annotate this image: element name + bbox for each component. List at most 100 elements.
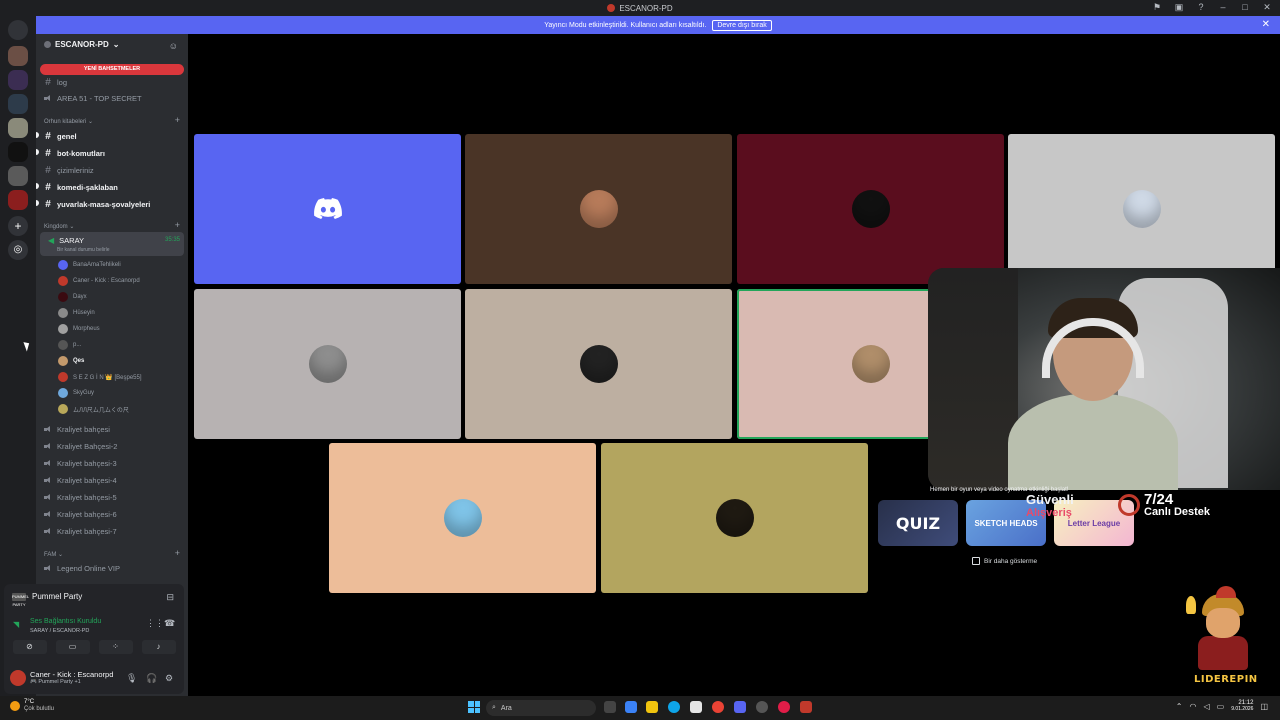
avatar[interactable]: [10, 670, 26, 686]
voice-channel-kraliyet[interactable]: Kraliyet bahçesi-4: [44, 476, 117, 485]
soundboard-button[interactable]: ♪: [141, 640, 176, 654]
voice-channel-kraliyet[interactable]: Kraliyet bahçesi-3: [44, 459, 117, 468]
create-channel-icon[interactable]: +: [175, 220, 180, 230]
noise-suppression-icon[interactable]: ⋮⋮: [146, 618, 164, 629]
channel-komedi-saklaban[interactable]: # komedi-şaklaban: [44, 182, 118, 193]
invite-people-icon[interactable]: ☺: [169, 41, 178, 51]
task-view-icon[interactable]: [604, 701, 616, 713]
channel-bot-komutlari[interactable]: # bot-komutları: [44, 148, 105, 159]
server-icon-2[interactable]: [8, 70, 28, 90]
obs-icon[interactable]: [756, 701, 768, 713]
voice-member[interactable]: BanaAmaTehlikeli: [58, 260, 121, 270]
avatar[interactable]: [58, 260, 68, 270]
clock[interactable]: 21:12 9.01.2026: [1231, 700, 1253, 712]
taskbar-search[interactable]: ⌕ Ara: [486, 700, 596, 716]
new-mentions-pill[interactable]: YENİ BAHSETMELER: [40, 64, 184, 75]
channel-log[interactable]: # log: [44, 77, 67, 88]
wifi-icon[interactable]: ◠: [1189, 702, 1196, 711]
channel-yuvarlak-masa[interactable]: # yuvarlak-masa-şovalyeleri: [44, 199, 150, 210]
close-banner-icon[interactable]: ✕: [1262, 19, 1270, 30]
file-explorer-icon[interactable]: [646, 701, 658, 713]
create-channel-icon[interactable]: +: [175, 115, 180, 125]
user-row[interactable]: Caner - Kick : Escanorpd 🎮 Pummel Party …: [4, 668, 184, 688]
close-window-icon[interactable]: ✕: [1262, 2, 1272, 12]
channel-genel[interactable]: # genel: [44, 131, 76, 142]
channel-area51[interactable]: AREA 51 - TOP SECRET: [44, 94, 142, 103]
create-channel-icon[interactable]: +: [175, 548, 180, 558]
voice-channel-kraliyet[interactable]: Kraliyet bahçesi-5: [44, 493, 117, 502]
inbox-icon[interactable]: ⚑: [1152, 2, 1162, 12]
voice-member[interactable]: ムЛЛ尺ム几ムくの尺: [58, 404, 129, 414]
voice-member[interactable]: Qes: [58, 356, 84, 366]
chrome-icon[interactable]: [712, 701, 724, 713]
activities-button[interactable]: ⁘: [98, 640, 133, 654]
minimize-icon[interactable]: –: [1218, 2, 1228, 12]
avatar[interactable]: [58, 308, 68, 318]
voice-channel-kraliyet[interactable]: Kraliyet bahçesi-6: [44, 510, 117, 519]
category-orhun[interactable]: Orhun kitabeleri ⌄: [44, 118, 93, 125]
voice-member[interactable]: SkyGuy: [58, 388, 94, 398]
voice-channel-kraliyet[interactable]: Kraliyet bahçesi: [44, 425, 110, 434]
avatar[interactable]: [58, 276, 68, 286]
microphone-icon[interactable]: 🎙: [126, 673, 137, 684]
share-screen-button[interactable]: ▭: [55, 640, 90, 654]
copilot-icon[interactable]: [625, 701, 637, 713]
notifications-icon[interactable]: ◫: [1260, 702, 1268, 711]
camera-off-button[interactable]: ⊘: [12, 640, 47, 654]
maximize-icon[interactable]: □: [1240, 2, 1250, 12]
server-icon-4[interactable]: [8, 118, 28, 138]
server-icon-3[interactable]: [8, 94, 28, 114]
tile-user-2[interactable]: [465, 134, 732, 284]
activity-quiz[interactable]: QUIZ: [878, 500, 958, 546]
chevron-up-icon[interactable]: ⌃: [1176, 702, 1183, 711]
avatar[interactable]: [58, 388, 68, 398]
avatar[interactable]: [58, 324, 68, 334]
category-fam[interactable]: FAM ⌄: [44, 551, 63, 558]
tile-discord-default[interactable]: [194, 134, 461, 284]
tile-user-3[interactable]: [737, 134, 1004, 284]
current-activity[interactable]: PUMMEL PARTY Pummel Party: [12, 592, 82, 607]
voice-connected-label[interactable]: Ses Bağlantısı Kuruldu: [30, 618, 101, 625]
avatar[interactable]: [58, 356, 68, 366]
voice-location[interactable]: SARAY / ESCANOR-PD: [30, 628, 89, 634]
tile-user-4[interactable]: [1008, 134, 1275, 284]
volume-icon[interactable]: ◁: [1203, 702, 1209, 711]
voice-member[interactable]: Morpheus: [58, 324, 100, 334]
checkbox[interactable]: [972, 557, 980, 565]
tile-user-6[interactable]: [465, 289, 732, 439]
server-icon-5[interactable]: [8, 142, 28, 162]
discover-icon[interactable]: ◎: [8, 240, 28, 260]
add-server-icon[interactable]: +: [8, 216, 28, 236]
weather-widget[interactable]: 7°C Çok bulutlu: [10, 699, 54, 712]
channel-legend-online-vip[interactable]: Legend Online VIP: [44, 564, 120, 573]
disconnect-icon[interactable]: ☎: [164, 618, 175, 629]
avatar[interactable]: [58, 372, 68, 382]
server-icon-1[interactable]: [8, 46, 28, 66]
channel-cizimleriniz[interactable]: # çizimleriniz: [44, 165, 93, 176]
category-kingdom[interactable]: Kingdom ⌄: [44, 223, 74, 230]
server-icon-7[interactable]: [8, 190, 28, 210]
tile-user-9[interactable]: [601, 443, 868, 593]
tile-user-8[interactable]: [329, 443, 596, 593]
activity-menu-icon[interactable]: ⊟: [166, 592, 174, 603]
screen-icon[interactable]: ▣: [1174, 2, 1184, 12]
dont-show-again[interactable]: Bir daha gösterme: [972, 557, 1037, 565]
channel-status-input[interactable]: Bir kanal durumu belirle: [57, 247, 110, 253]
battery-icon[interactable]: ▭: [1217, 702, 1225, 711]
help-icon[interactable]: ?: [1196, 2, 1206, 12]
edge-icon[interactable]: [668, 701, 680, 713]
discord-taskbar-icon[interactable]: [734, 701, 746, 713]
tile-user-5[interactable]: [194, 289, 461, 439]
start-button[interactable]: [468, 701, 480, 713]
voice-member[interactable]: Hüseyin: [58, 308, 95, 318]
settings-icon[interactable]: ⚙: [165, 673, 173, 684]
voice-member[interactable]: S E Z G İ N 👑 [Beşpe55]: [58, 372, 142, 382]
headphones-icon[interactable]: 🎧: [146, 673, 157, 684]
avatar[interactable]: [58, 340, 68, 350]
server-icon-6[interactable]: [8, 166, 28, 186]
voice-member[interactable]: Caner - Kick : Escanorpd: [58, 276, 140, 286]
disable-streamer-mode-button[interactable]: Devre dışı bırak: [712, 19, 772, 31]
direct-messages-icon[interactable]: [8, 20, 28, 40]
active-voice-channel[interactable]: ◀ SARAY Bir kanal durumu belirle 35:35: [40, 232, 184, 256]
app-icon[interactable]: [800, 701, 812, 713]
